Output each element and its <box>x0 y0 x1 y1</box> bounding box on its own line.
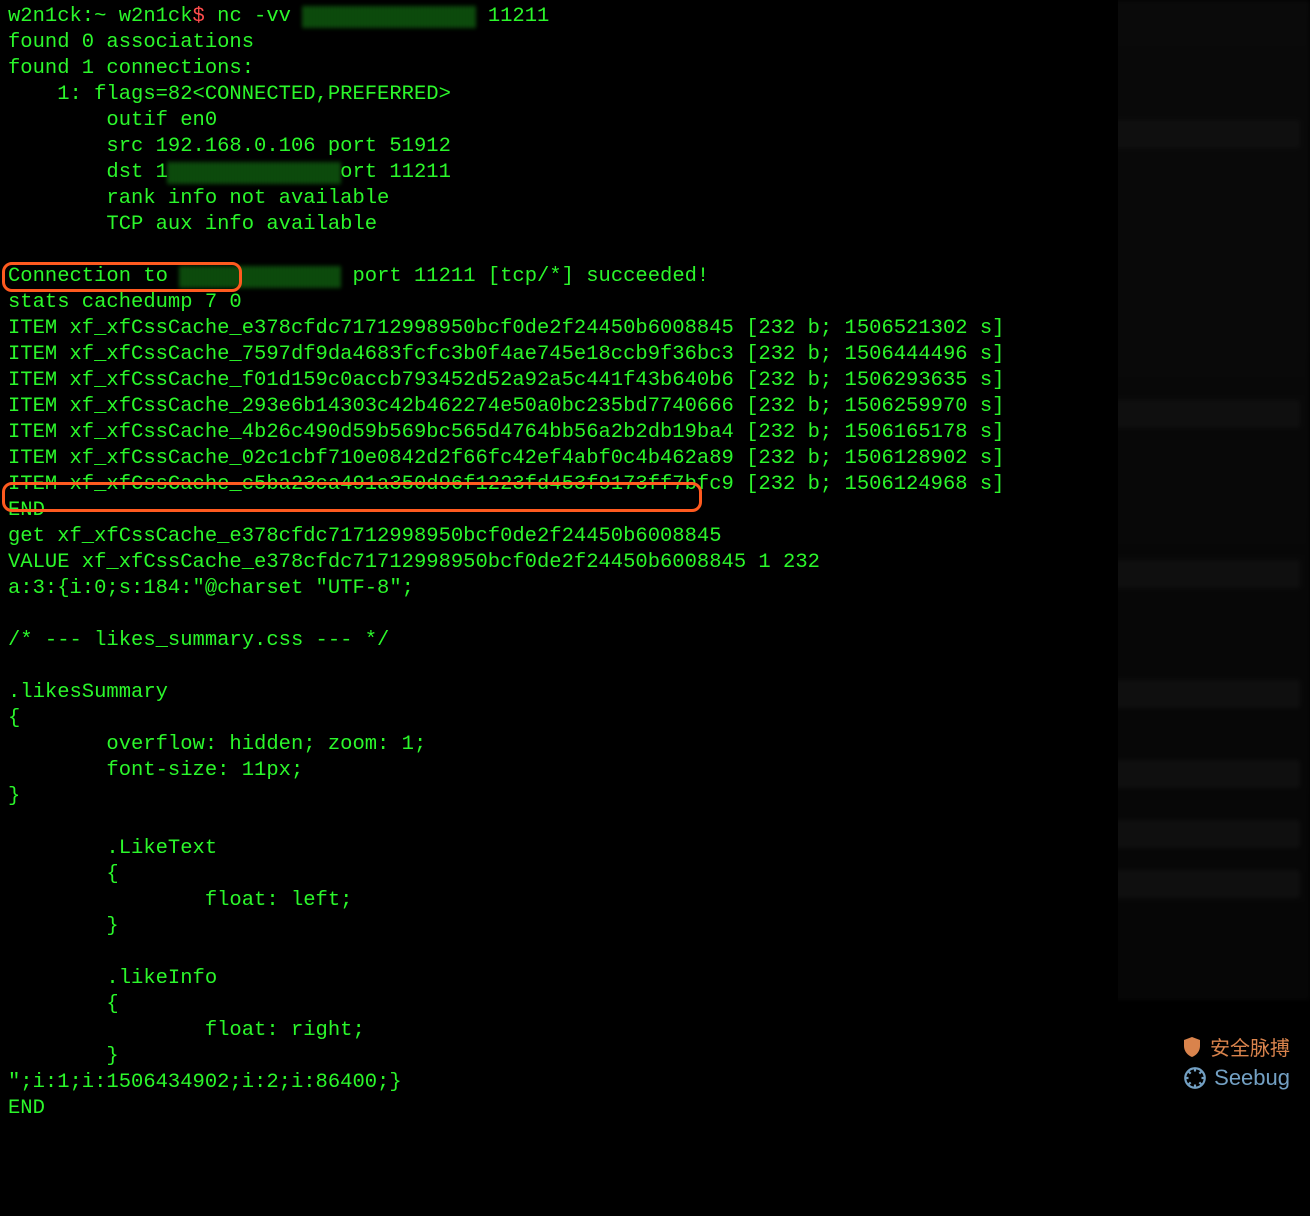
css-line: float: right; <box>8 1019 365 1042</box>
prompt-host: w2n1ck:~ w2n1ck <box>8 5 193 28</box>
terminal-content: w2n1ck:~ w2n1ck$ nc -vv XXX XXX XXX XX 1… <box>8 5 1004 1120</box>
css-line: } <box>8 915 119 938</box>
shield-icon <box>1180 1035 1204 1059</box>
input-cmd-stats: stats cachedump 7 0 <box>8 291 242 314</box>
seebug-icon <box>1182 1065 1208 1091</box>
css-line: } <box>8 1045 119 1068</box>
censored-dst-ip: XX XXX XX XX p <box>168 160 340 186</box>
value-line: VALUE xf_xfCssCache_e378cfdc71712998950b… <box>8 551 820 574</box>
nc-port: 11211 <box>488 5 550 28</box>
css-line: /* --- likes_summary.css --- */ <box>8 629 389 652</box>
watermark-seebug-text: Seebug <box>1214 1065 1290 1091</box>
css-line: ";i:1;i:1506434902;i:2;i:86400;} <box>8 1071 402 1094</box>
censored-ip-1: XXX XXX XXX XX <box>303 4 475 30</box>
out-line: src 192.168.0.106 port 51912 <box>8 135 451 158</box>
item-line: ITEM xf_xfCssCache_c5ba23ca491a350d96f12… <box>8 473 1004 496</box>
css-line: .likeInfo <box>8 967 217 990</box>
css-line: { <box>8 993 119 1016</box>
item-line: ITEM xf_xfCssCache_02c1cbf710e0842d2f66f… <box>8 447 1004 470</box>
out-line: port 11211 [tcp/*] succeeded! <box>340 265 709 288</box>
out-line: dst 1 <box>8 161 168 184</box>
out-line: found 0 associations <box>8 31 254 54</box>
item-line: ITEM xf_xfCssCache_f01d159c0accb793452d5… <box>8 369 1004 392</box>
item-line: ITEM xf_xfCssCache_4b26c490d59b569bc565d… <box>8 421 1004 444</box>
watermark-seebug: Seebug <box>1182 1065 1290 1091</box>
out-line: ort 11211 <box>340 161 451 184</box>
css-line: a:3:{i:0;s:184:"@charset "UTF-8"; <box>8 577 414 600</box>
end-marker: END <box>8 499 45 522</box>
out-line: found 1 connections: <box>8 57 254 80</box>
css-line: } <box>8 785 20 808</box>
out-line: TCP aux info available <box>8 213 377 236</box>
item-line: ITEM xf_xfCssCache_7597df9da4683fcfc3b0f… <box>8 343 1004 366</box>
prompt-dollar: $ <box>193 5 205 28</box>
css-line: { <box>8 707 20 730</box>
out-line: 1: flags=82<CONNECTED,PREFERRED> <box>8 83 451 106</box>
css-line: float: left; <box>8 889 352 912</box>
input-cmd-get: get xf_xfCssCache_e378cfdc71712998950bcf… <box>8 525 722 548</box>
css-line: .likesSummary <box>8 681 168 704</box>
watermark-anquanmaibo: 安全脉搏 <box>1180 1032 1290 1061</box>
css-line: { <box>8 863 119 886</box>
css-line: font-size: 11px; <box>8 759 303 782</box>
out-line: outif en0 <box>8 109 217 132</box>
nc-command: nc -vv <box>217 5 291 28</box>
watermark-cn-text: 安全脉搏 <box>1210 1032 1290 1061</box>
item-line: ITEM xf_xfCssCache_e378cfdc71712998950bc… <box>8 317 1004 340</box>
censored-conn-ip: XXX XX XXX XX <box>180 264 340 290</box>
out-line: Connection to <box>8 265 180 288</box>
out-line: rank info not available <box>8 187 389 210</box>
end-marker: END <box>8 1097 45 1120</box>
terminal-window[interactable]: w2n1ck:~ w2n1ck$ nc -vv XXX XXX XXX XX 1… <box>0 0 1118 1080</box>
item-line: ITEM xf_xfCssCache_293e6b14303c42b462274… <box>8 395 1004 418</box>
css-line: overflow: hidden; zoom: 1; <box>8 733 426 756</box>
css-line: .LikeText <box>8 837 217 860</box>
